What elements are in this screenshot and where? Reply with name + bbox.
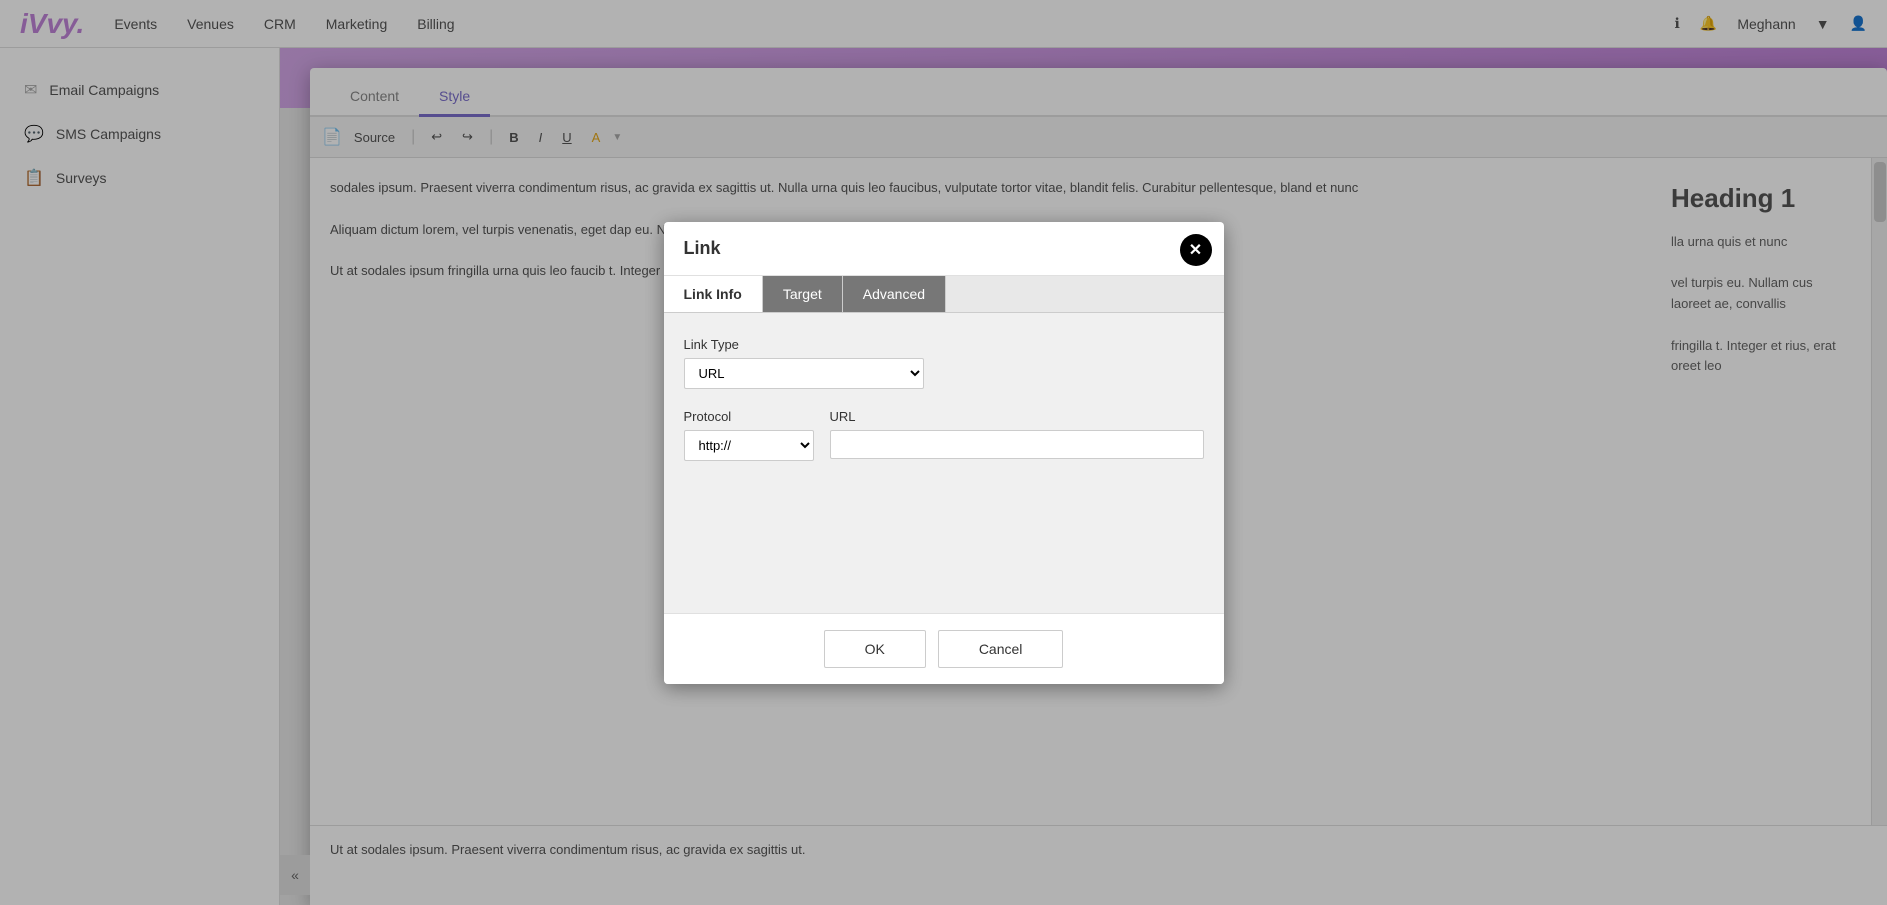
link-type-select[interactable]: URL Anchor in the Page E-Mail Phone [684, 358, 924, 389]
link-dialog-footer: OK Cancel [664, 613, 1224, 684]
protocol-url-row: Protocol http:// https:// ftp:// ftps://… [684, 409, 1204, 461]
link-type-label: Link Type [684, 337, 1204, 352]
link-dialog-tabs: Link Info Target Advanced [664, 276, 1224, 313]
tab-target[interactable]: Target [763, 276, 843, 312]
dialog-overlay: ✕ Link Link Info Target Advanced Link Ty… [0, 0, 1887, 905]
tab-link-info[interactable]: Link Info [664, 276, 763, 312]
tab-advanced[interactable]: Advanced [843, 276, 946, 312]
outer-dialog-wrapper: ✕ Link Link Info Target Advanced Link Ty… [664, 222, 1224, 684]
protocol-select[interactable]: http:// https:// ftp:// ftps:// <other> [684, 430, 814, 461]
link-dialog: Link Link Info Target Advanced Link Type… [664, 222, 1224, 684]
cancel-button[interactable]: Cancel [938, 630, 1064, 668]
outer-close-button[interactable]: ✕ [1180, 234, 1212, 266]
link-dialog-header: Link [664, 222, 1224, 276]
protocol-label: Protocol [684, 409, 814, 424]
url-col: URL [830, 409, 1204, 459]
link-dialog-body: Link Type URL Anchor in the Page E-Mail … [664, 313, 1224, 613]
link-type-group: Link Type URL Anchor in the Page E-Mail … [684, 337, 1204, 389]
ok-button[interactable]: OK [824, 630, 926, 668]
protocol-col: Protocol http:// https:// ftp:// ftps://… [684, 409, 814, 461]
url-input[interactable] [830, 430, 1204, 459]
link-dialog-title: Link [684, 238, 721, 258]
url-label: URL [830, 409, 1204, 424]
